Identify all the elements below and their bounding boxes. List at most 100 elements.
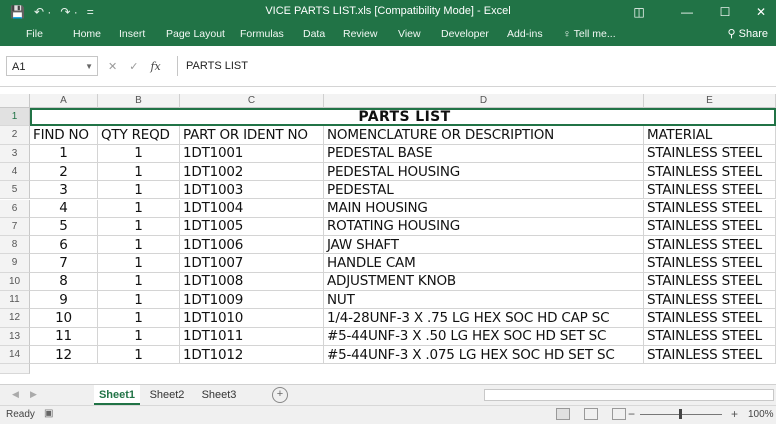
table-cell[interactable]: PEDESTAL BASE	[324, 144, 644, 163]
table-cell[interactable]: 1DT1004	[180, 199, 324, 218]
maximize-icon[interactable]: ☐	[710, 2, 740, 22]
page-layout-view-icon[interactable]	[584, 408, 598, 420]
tab-formulas[interactable]: Formulas	[240, 28, 284, 40]
tab-add-ins[interactable]: Add-ins	[507, 28, 543, 40]
table-cell[interactable]: 1	[98, 309, 180, 328]
row-header[interactable]: 6	[0, 199, 30, 218]
table-cell[interactable]: 1DT1005	[180, 217, 324, 237]
column-heading-cell[interactable]: QTY REQD	[98, 126, 180, 145]
table-cell[interactable]: STAINLESS STEEL	[644, 199, 776, 218]
ribbon-display-options-icon[interactable]: ◫	[624, 2, 654, 22]
table-cell[interactable]: ADJUSTMENT KNOB	[324, 272, 644, 291]
tab-home[interactable]: Home	[73, 28, 101, 40]
table-cell[interactable]: 1	[98, 291, 180, 310]
table-cell[interactable]: 1	[98, 345, 180, 365]
table-cell[interactable]: 1	[98, 199, 180, 218]
table-cell[interactable]: 1	[30, 144, 98, 163]
table-cell[interactable]: 1	[98, 162, 180, 182]
table-cell[interactable]: 8	[30, 272, 98, 291]
cancel-icon[interactable]: ✕	[108, 60, 117, 73]
table-cell[interactable]: 1	[98, 272, 180, 291]
normal-view-icon[interactable]	[556, 408, 570, 420]
table-cell[interactable]: STAINLESS STEEL	[644, 345, 776, 365]
row-header[interactable]	[0, 364, 30, 375]
worksheet-grid[interactable]: A B C D E 1 2 3 4 5 6 7 8 9 10 11 12 13 14 PARTS LIST FIND N…	[0, 94, 776, 382]
table-cell[interactable]: STAINLESS STEEL	[644, 162, 776, 182]
row-header[interactable]: 11	[0, 291, 30, 310]
close-icon[interactable]: ✕	[746, 2, 776, 22]
row-header[interactable]: 7	[0, 217, 30, 237]
table-cell[interactable]: 12	[30, 345, 98, 365]
minimize-icon[interactable]: —	[672, 2, 702, 22]
row-header[interactable]: 4	[0, 162, 30, 182]
row-header[interactable]: 5	[0, 181, 30, 200]
table-cell[interactable]: 1	[98, 217, 180, 237]
row-header[interactable]: 2	[0, 126, 30, 145]
add-sheet-icon[interactable]: +	[272, 387, 288, 403]
table-cell[interactable]: 1	[98, 236, 180, 255]
table-cell[interactable]: 1DT1003	[180, 181, 324, 200]
formula-input[interactable]: PARTS LIST	[177, 56, 776, 76]
column-header-a[interactable]: A	[30, 94, 98, 108]
chevron-down-icon[interactable]: ▼	[85, 57, 93, 77]
table-cell[interactable]: 10	[30, 309, 98, 328]
table-cell[interactable]: 4	[30, 199, 98, 218]
select-all-corner[interactable]	[0, 94, 30, 108]
tell-me-search[interactable]: ♀ Tell me...	[563, 28, 616, 40]
column-header-d[interactable]: D	[324, 94, 644, 108]
table-cell[interactable]: #5-44UNF-3 X .50 LG HEX SOC HD SET SC	[324, 327, 644, 346]
row-header[interactable]: 1	[0, 108, 30, 127]
table-cell[interactable]: NUT	[324, 291, 644, 310]
table-cell[interactable]: 1/4-28UNF-3 X .75 LG HEX SOC HD CAP SC	[324, 309, 644, 328]
table-cell[interactable]: 1	[98, 327, 180, 346]
sheet-tab-sheet2[interactable]: Sheet2	[144, 385, 190, 405]
horizontal-scrollbar[interactable]	[484, 389, 774, 401]
scroll-right-icon[interactable]: ▶	[30, 389, 37, 400]
zoom-level[interactable]: 100%	[748, 409, 774, 420]
table-cell[interactable]: 1DT1012	[180, 345, 324, 365]
tab-review[interactable]: Review	[343, 28, 377, 40]
table-cell[interactable]: STAINLESS STEEL	[644, 309, 776, 328]
sheet-tab-sheet3[interactable]: Sheet3	[196, 385, 242, 405]
table-cell[interactable]: STAINLESS STEEL	[644, 254, 776, 273]
row-header[interactable]: 12	[0, 309, 30, 328]
table-cell[interactable]: PEDESTAL HOUSING	[324, 162, 644, 182]
column-header-e[interactable]: E	[644, 94, 776, 108]
row-header[interactable]: 10	[0, 272, 30, 291]
sheet-title-cell[interactable]: PARTS LIST	[30, 108, 776, 127]
table-cell[interactable]: HANDLE CAM	[324, 254, 644, 273]
tab-insert[interactable]: Insert	[119, 28, 145, 40]
row-header[interactable]: 8	[0, 236, 30, 255]
table-cell[interactable]: PEDESTAL	[324, 181, 644, 200]
table-cell[interactable]: JAW SHAFT	[324, 236, 644, 255]
column-header-c[interactable]: C	[180, 94, 324, 108]
share-button[interactable]: ⚲ Share	[728, 27, 768, 40]
table-cell[interactable]: 1DT1002	[180, 162, 324, 182]
table-cell[interactable]: #5-44UNF-3 X .075 LG HEX SOC HD SET SC	[324, 345, 644, 365]
table-cell[interactable]: 1DT1001	[180, 144, 324, 163]
table-cell[interactable]: 1	[98, 254, 180, 273]
table-cell[interactable]: 7	[30, 254, 98, 273]
insert-function-icon[interactable]: fx	[150, 60, 160, 73]
table-cell[interactable]: 11	[30, 327, 98, 346]
confirm-icon[interactable]: ✓	[129, 60, 138, 73]
column-heading-cell[interactable]: FIND NO	[30, 126, 98, 145]
tab-developer[interactable]: Developer	[441, 28, 489, 40]
table-cell[interactable]: 1DT1009	[180, 291, 324, 310]
page-break-view-icon[interactable]	[612, 408, 626, 420]
table-cell[interactable]: STAINLESS STEEL	[644, 181, 776, 200]
column-heading-cell[interactable]: NOMENCLATURE OR DESCRIPTION	[324, 126, 644, 145]
scroll-left-icon[interactable]: ◀	[12, 389, 19, 400]
row-header[interactable]: 3	[0, 144, 30, 163]
zoom-out-icon[interactable]: −	[628, 407, 635, 421]
table-cell[interactable]: 3	[30, 181, 98, 200]
table-cell[interactable]: 1DT1010	[180, 309, 324, 328]
table-cell[interactable]: STAINLESS STEEL	[644, 291, 776, 310]
table-cell[interactable]: STAINLESS STEEL	[644, 272, 776, 291]
tab-view[interactable]: View	[398, 28, 421, 40]
tab-file[interactable]: File	[26, 28, 43, 40]
sheet-tab-sheet1[interactable]: Sheet1	[94, 385, 140, 405]
column-header-b[interactable]: B	[98, 94, 180, 108]
table-cell[interactable]: STAINLESS STEEL	[644, 217, 776, 237]
tab-data[interactable]: Data	[303, 28, 325, 40]
